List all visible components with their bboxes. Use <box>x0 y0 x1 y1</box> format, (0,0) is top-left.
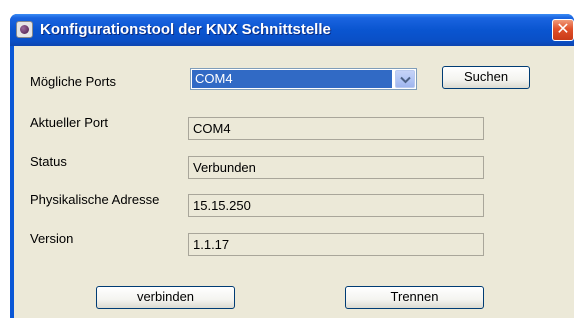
connect-button[interactable]: verbinden <box>96 286 235 309</box>
version-label: Version <box>30 231 74 246</box>
ports-select[interactable]: COM4 <box>190 68 417 90</box>
chevron-down-icon <box>400 76 411 84</box>
current-port-field: COM4 <box>188 117 484 140</box>
physical-address-field: 15.15.250 <box>188 194 484 217</box>
version-field: 1.1.17 <box>188 233 484 256</box>
window-title: Konfigurationstool der KNX Schnittstelle <box>40 21 331 38</box>
current-port-label: Aktueller Port <box>30 115 109 130</box>
app-icon <box>16 21 33 38</box>
search-button[interactable]: Suchen <box>442 66 530 89</box>
ports-selected-value: COM4 <box>192 70 392 88</box>
disconnect-button[interactable]: Trennen <box>345 286 484 309</box>
close-button[interactable]: ✕ <box>552 19 574 41</box>
ports-dropdown-button[interactable] <box>395 70 415 88</box>
dialog-client-area: Mögliche Ports COM4 Suchen Aktueller Por… <box>14 46 574 318</box>
close-icon: ✕ <box>556 21 570 38</box>
status-field: Verbunden <box>188 156 484 179</box>
status-label: Status <box>30 154 67 169</box>
ports-label: Mögliche Ports <box>30 74 116 89</box>
dialog-window: Konfigurationstool der KNX Schnittstelle… <box>10 14 574 318</box>
physical-address-label: Physikalische Adresse <box>30 192 160 207</box>
title-bar[interactable]: Konfigurationstool der KNX Schnittstelle… <box>10 14 574 46</box>
